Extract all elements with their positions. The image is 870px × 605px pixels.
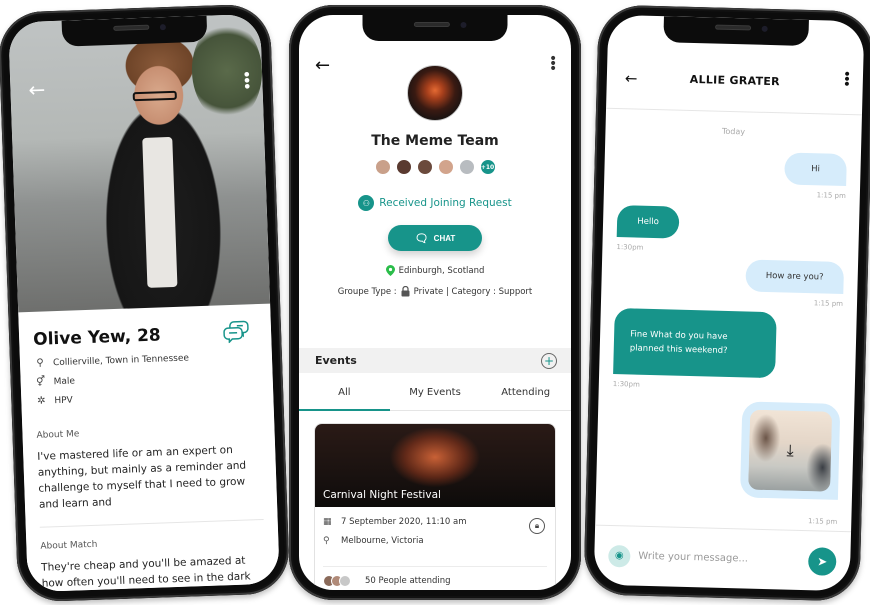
message-time: 1:15 pm [813,299,844,308]
about-me-label: About Me [36,429,80,441]
member-avatar [395,159,412,175]
message-incoming: Fine What do you have planned this weeke… [613,308,777,379]
chat-button[interactable]: 🗨 CHAT [388,225,482,251]
event-image: Carnival Night Festival [315,424,555,507]
event-date: 7 September 2020, 11:10 am [341,517,467,527]
calendar-icon: ▦ [323,517,332,527]
map-pin-icon: ⚲ [36,357,44,369]
profile-gender-row: ⚥ Male [35,369,259,388]
group-screen: ← • • • The Meme Team +10 ⚇ Received Joini… [299,15,571,590]
profile-location-row: ⚲ Collierville, Town in Tennessee [34,350,258,369]
chat-contact-name: ALLIE GRATER [689,72,781,89]
profile-screen: ← • • • Olive Yew, 28 ⚲ Collierville, Town… [8,13,280,593]
message-list: Today Hi 1:15 pm Hello 1:30pm How are yo… [595,110,862,532]
virus-icon: ✲ [36,395,46,407]
message-time: 1:30pm [616,243,644,252]
phone-profile: ← • • • Olive Yew, 28 ⚲ Collierville, Town… [0,3,291,603]
event-card[interactable]: Carnival Night Festival ▦ 7 September 20… [314,423,556,590]
map-pin-icon: ⚲ [323,536,330,546]
back-arrow-icon[interactable]: ← [315,55,330,76]
chat-button-label: CHAT [433,233,456,243]
add-event-icon[interactable]: + [541,352,557,369]
profile-location: Collierville, Town in Tennessee [52,352,190,368]
about-me-text: I've mastered life or am an expert on an… [37,443,247,511]
events-title: Events [315,354,357,367]
event-attending-count: 50 People attending [365,576,451,586]
group-location-row: Edinburgh, Scotland [299,265,571,276]
lock-icon [401,286,410,297]
download-icon[interactable]: ⤓ [786,441,794,461]
event-title: Carnival Night Festival [323,489,441,501]
joining-request-link[interactable]: ⚇ Received Joining Request [299,195,571,211]
event-attendees-row: 50 People attending [323,566,547,587]
event-location-row: ⚲ Melbourne, Victoria [315,536,555,546]
joining-request-label: Received Joining Request [379,197,512,209]
more-vertical-icon[interactable]: • • • [843,67,852,93]
member-avatar [416,159,433,175]
back-arrow-icon[interactable]: ← [28,77,46,102]
tab-my-events[interactable]: My Events [390,375,481,410]
more-vertical-icon[interactable]: • • • [549,52,557,76]
chat-screen: ← ALLIE GRATER • • • Today Hi 1:15 pm Hell… [593,14,865,592]
group-members[interactable]: +10 [299,159,571,175]
chat-header: ← ALLIE GRATER • • • [606,44,864,116]
phone-chat: ← ALLIE GRATER • • • Today Hi 1:15 pm Hell… [583,4,870,602]
attendee-avatar [339,575,351,587]
add-user-icon: ⚇ [358,195,375,211]
chat-bubbles-icon[interactable] [223,318,250,344]
event-location: Melbourne, Victoria [341,536,424,546]
about-match-label: About Match [40,539,98,552]
events-header: Events + [299,348,571,373]
group-title: The Meme Team [371,133,499,149]
notch [663,16,809,46]
group-type-prefix: Groupe Type : [337,286,397,297]
camera-icon[interactable]: ◉ [608,544,631,568]
group-type-value: Private | Category : Support [413,286,533,297]
profile-card: Olive Yew, 28 ⚲ Collierville, Town in Te… [18,303,280,593]
send-icon[interactable]: ➤ [807,546,837,576]
tab-all[interactable]: All [299,375,390,411]
attachment-preview: ⤓ [748,409,833,492]
message-time: 1:15 pm [807,517,838,526]
message-outgoing: How are you? [745,259,845,294]
member-avatar [458,159,475,175]
profile-condition: HPV [54,395,73,406]
message-composer: ◉ ➤ [593,524,852,592]
event-date-row: ▦ 7 September 2020, 11:10 am [315,517,555,527]
profile-condition-row: ✲ HPV [35,388,259,407]
group-location: Edinburgh, Scotland [398,265,485,276]
events-tabs: All My Events Attending [299,375,571,411]
tab-attending[interactable]: Attending [480,375,571,410]
chat-icon: 🗨 [414,232,429,245]
message-time: 1:30pm [612,379,640,389]
divider [39,518,264,528]
lock-icon: 🔒︎ [529,518,545,534]
message-input[interactable] [638,550,809,567]
member-avatar [374,159,391,175]
message-incoming: Hello [616,205,680,239]
message-image-attachment[interactable]: ⤓ [739,401,841,500]
about-match-text: They're cheap and you'll be amazed at ho… [40,554,251,593]
message-outgoing: Hi [784,152,847,187]
profile-photo [8,13,271,317]
day-separator: Today [721,126,746,137]
profile-gender: Male [53,375,76,387]
group-avatar [407,65,463,121]
group-type-row: Groupe Type : Private | Category : Suppo… [299,286,571,297]
notch [61,15,208,47]
member-avatar [437,159,454,175]
phone-group: ← • • • The Meme Team +10 ⚇ Received Joini… [289,5,581,600]
gender-icon: ⚥ [35,376,46,388]
message-time: 1:15 pm [816,191,846,201]
notch [362,15,508,41]
more-vertical-icon[interactable]: • • • [242,65,253,96]
location-pin-icon [385,265,395,276]
attendee-avatars [323,575,351,587]
members-more-badge[interactable]: +10 [479,159,496,175]
